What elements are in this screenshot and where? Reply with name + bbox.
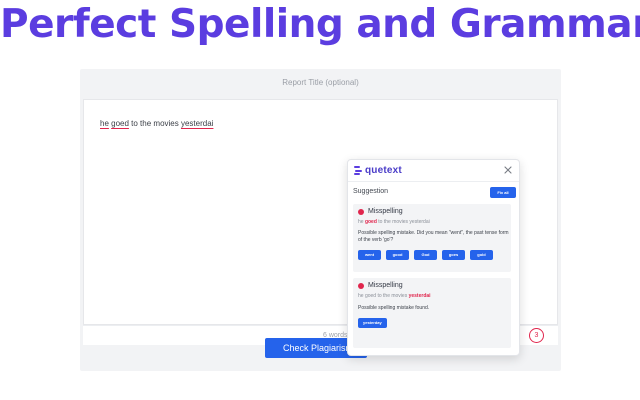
suggestion-options: yesterday: [358, 318, 392, 328]
suggestion-options: went good God goes gold: [358, 250, 498, 260]
report-title-input[interactable]: Report Title (optional): [80, 78, 561, 87]
page: Perfect Spelling and Grammar Report Titl…: [0, 0, 640, 400]
suggestion-popup: quetext Suggestion Fix all Misspelling h…: [347, 159, 520, 356]
suggestion-card[interactable]: Misspelling he goed to the movies yester…: [353, 204, 511, 272]
logo-text: quetext: [365, 165, 402, 176]
suggestion-label: Suggestion: [353, 188, 389, 195]
editor-word: to the movies: [128, 119, 181, 128]
editor-text[interactable]: he goed to the movies yesterdai: [100, 119, 213, 128]
issue-context: he goed to the movies yesterdai: [358, 293, 431, 299]
suggestion-card[interactable]: Misspelling he goed to the movies yester…: [353, 278, 511, 348]
issue-type: Misspelling: [368, 282, 403, 289]
issue-context: he goed to the movies yesterdai: [358, 219, 430, 225]
editor-word[interactable]: he: [100, 119, 109, 128]
close-icon[interactable]: [502, 164, 514, 176]
suggestion-option-button[interactable]: good: [386, 250, 409, 260]
popup-header: quetext: [348, 160, 519, 182]
issue-message: Possible spelling mistake. Did you mean …: [358, 230, 509, 243]
issue-count-badge[interactable]: 3: [529, 328, 544, 343]
issue-word: yesterdai: [408, 293, 431, 299]
error-dot-icon: [358, 283, 364, 289]
headline: Perfect Spelling and Grammar: [0, 2, 640, 47]
issue-type: Misspelling: [368, 208, 403, 215]
editor-word[interactable]: goed: [111, 119, 129, 128]
issue-message: Possible spelling mistake found.: [358, 305, 430, 311]
suggestion-option-button[interactable]: yesterday: [358, 318, 387, 328]
editor-word[interactable]: yesterdai: [181, 119, 213, 128]
issue-word: goed: [364, 219, 377, 225]
suggestion-option-button[interactable]: God: [414, 250, 437, 260]
suggestion-option-button[interactable]: went: [358, 250, 381, 260]
quetext-logo: quetext: [354, 165, 402, 176]
fix-all-button[interactable]: Fix all: [490, 187, 516, 198]
error-dot-icon: [358, 209, 364, 215]
suggestion-option-button[interactable]: goes: [442, 250, 465, 260]
quetext-logo-icon: [354, 165, 362, 176]
suggestion-option-button[interactable]: gold: [470, 250, 493, 260]
